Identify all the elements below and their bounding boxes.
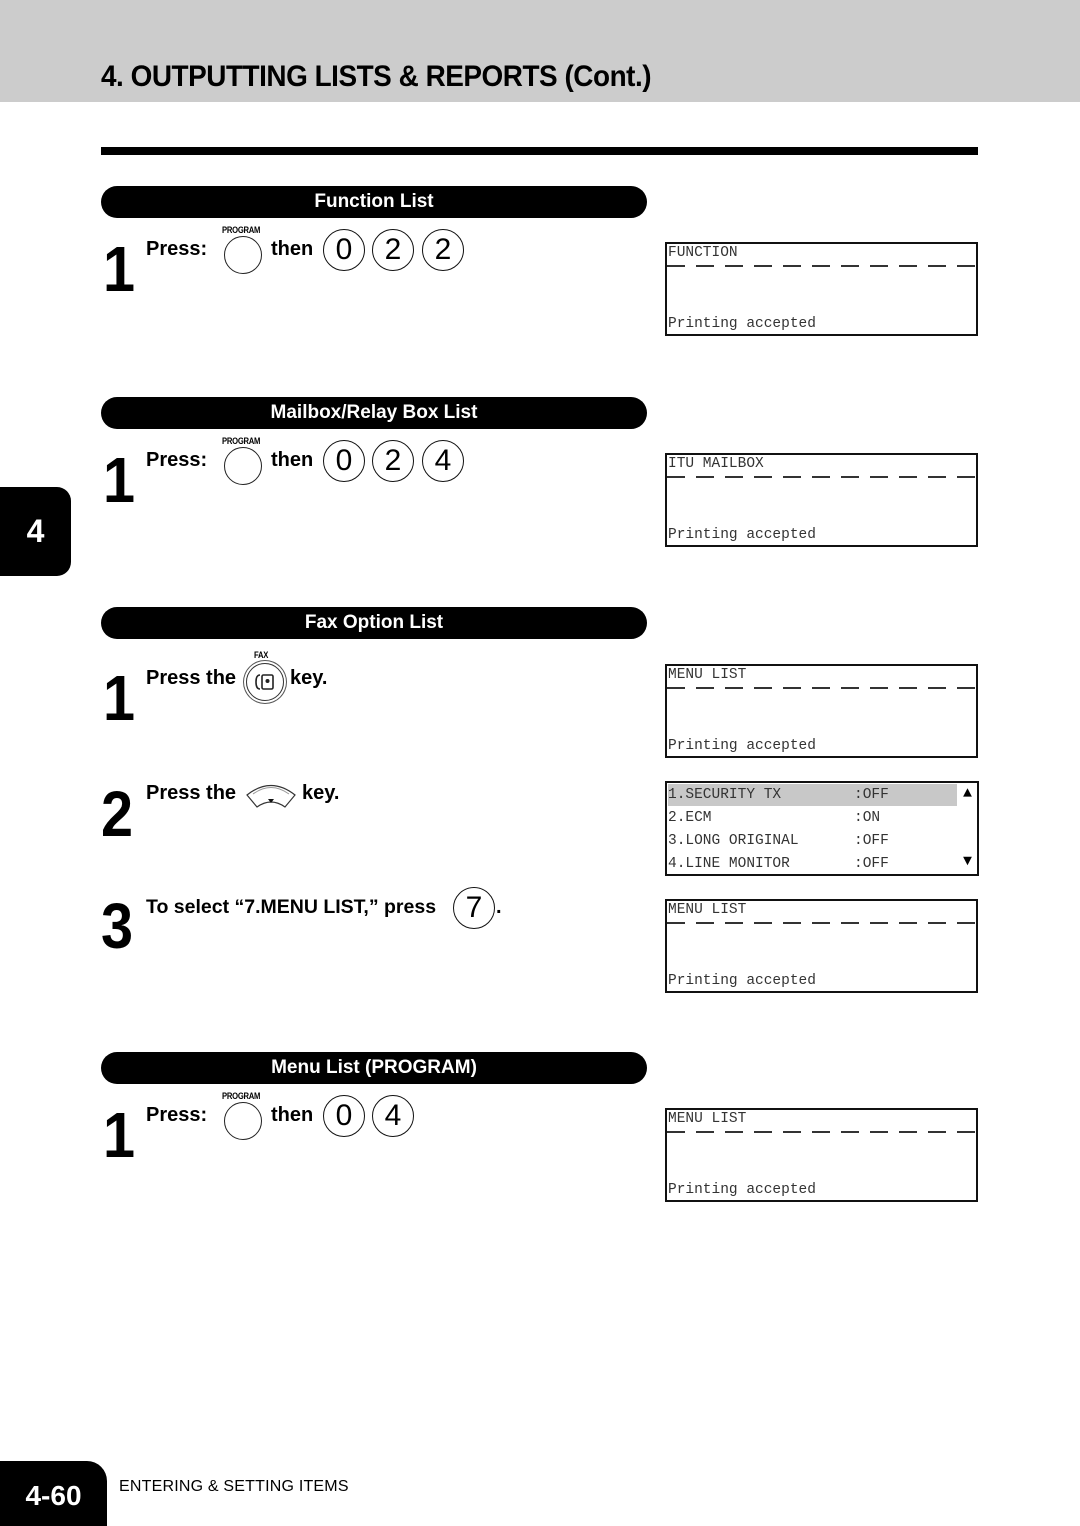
step-then-label: then xyxy=(271,449,314,471)
section-header-mailbox-list: Mailbox/Relay Box List xyxy=(101,397,647,429)
scroll-down-icon: ▼ xyxy=(962,853,972,870)
step-press-label: Press: xyxy=(146,449,208,471)
menu-row: 3.LONG ORIGINAL :OFF xyxy=(668,830,957,852)
step-key-suffix: key. xyxy=(290,667,328,689)
lcd-display: MENU LIST Printing accepted xyxy=(665,899,978,993)
step-instruction: To select “7.MENU LIST,” press xyxy=(146,896,437,918)
lcd-dashed-separator xyxy=(667,476,976,478)
section-header-function-list: Function List xyxy=(101,186,647,218)
step-number: 1 xyxy=(103,1099,136,1171)
lcd-line-2: Printing accepted xyxy=(668,316,816,332)
chapter-tab: 4 xyxy=(0,487,71,576)
step-number: 1 xyxy=(103,233,136,305)
step-instruction: Press the xyxy=(146,667,237,689)
title-rule xyxy=(101,147,978,155)
menu-row-value: :ON xyxy=(854,810,881,826)
section-header-menu-list-program: Menu List (PROGRAM) xyxy=(101,1052,647,1084)
lcd-display: FUNCTION Printing accepted xyxy=(665,242,978,336)
digit-key-icon: 0 xyxy=(323,1095,365,1137)
step-number: 3 xyxy=(101,890,134,962)
lcd-line-2: Printing accepted xyxy=(668,1182,816,1198)
step-key-suffix: key. xyxy=(302,782,340,804)
menu-row-selected: 1.SECURITY TX :OFF xyxy=(668,784,957,806)
menu-row-label: 4.LINE MONITOR xyxy=(668,856,790,872)
lcd-line-2: Printing accepted xyxy=(668,738,816,754)
lcd-line-2: Printing accepted xyxy=(668,973,816,989)
menu-row: 2.ECM :ON xyxy=(668,807,957,829)
page-title: 4. OUTPUTTING LISTS & REPORTS (Cont.) xyxy=(101,60,652,93)
step-suffix: . xyxy=(496,896,502,918)
page-number: 4-60 xyxy=(0,1461,107,1526)
lcd-display: MENU LIST Printing accepted xyxy=(665,664,978,758)
step-number: 1 xyxy=(103,662,136,734)
step-then-label: then xyxy=(271,238,314,260)
step-number: 2 xyxy=(101,778,134,850)
digit-key-icon: 7 xyxy=(453,887,495,929)
menu-row: 4.LINE MONITOR :OFF xyxy=(668,853,957,875)
lcd-line-2: Printing accepted xyxy=(668,527,816,543)
step-press-label: Press: xyxy=(146,1104,208,1126)
digit-key-icon: 0 xyxy=(323,229,365,271)
digit-key-icon: 2 xyxy=(422,229,464,271)
digit-key-icon: 0 xyxy=(323,440,365,482)
fax-document-icon xyxy=(255,674,274,690)
lcd-dashed-separator xyxy=(667,265,976,267)
program-key-icon xyxy=(224,447,262,485)
program-key-label: PROGRAM xyxy=(222,436,261,446)
lcd-line-1: FUNCTION xyxy=(668,245,738,261)
lcd-display: ITU MAILBOX Printing accepted xyxy=(665,453,978,547)
lcd-line-1: MENU LIST xyxy=(668,667,747,683)
footer-chapter-name: ENTERING & SETTING ITEMS xyxy=(119,1478,349,1495)
step-press-label: Press: xyxy=(146,238,208,260)
down-arrow-key-icon xyxy=(246,784,296,808)
fax-key-icon xyxy=(246,663,284,701)
digit-key-icon: 4 xyxy=(422,440,464,482)
lcd-dashed-separator xyxy=(667,1131,976,1133)
lcd-dashed-separator xyxy=(667,922,976,924)
step-then-label: then xyxy=(271,1104,314,1126)
menu-row-label: 1.SECURITY TX xyxy=(668,787,782,803)
section-header-fax-option-list: Fax Option List xyxy=(101,607,647,639)
step-number: 1 xyxy=(103,444,136,516)
digit-key-icon: 4 xyxy=(372,1095,414,1137)
step-instruction: Press the xyxy=(146,782,237,804)
digit-key-icon: 2 xyxy=(372,229,414,271)
menu-row-label: 3.LONG ORIGINAL xyxy=(668,833,799,849)
menu-row-value: :OFF xyxy=(854,787,889,803)
fax-key-label: FAX xyxy=(254,650,269,660)
menu-row-label: 2.ECM xyxy=(668,810,712,826)
lcd-menu-display: 1.SECURITY TX :OFF 2.ECM :ON 3.LONG ORIG… xyxy=(665,781,979,876)
program-key-icon xyxy=(224,1102,262,1140)
program-key-icon xyxy=(224,236,262,274)
lcd-dashed-separator xyxy=(667,687,976,689)
lcd-line-1: MENU LIST xyxy=(668,902,747,918)
menu-row-value: :OFF xyxy=(854,833,889,849)
program-key-label: PROGRAM xyxy=(222,1091,261,1101)
menu-row-value: :OFF xyxy=(854,856,889,872)
program-key-label: PROGRAM xyxy=(222,225,261,235)
digit-key-icon: 2 xyxy=(372,440,414,482)
lcd-line-1: MENU LIST xyxy=(668,1111,747,1127)
scroll-up-icon: ▲ xyxy=(962,785,972,802)
lcd-line-1: ITU MAILBOX xyxy=(668,456,764,472)
lcd-display: MENU LIST Printing accepted xyxy=(665,1108,978,1202)
